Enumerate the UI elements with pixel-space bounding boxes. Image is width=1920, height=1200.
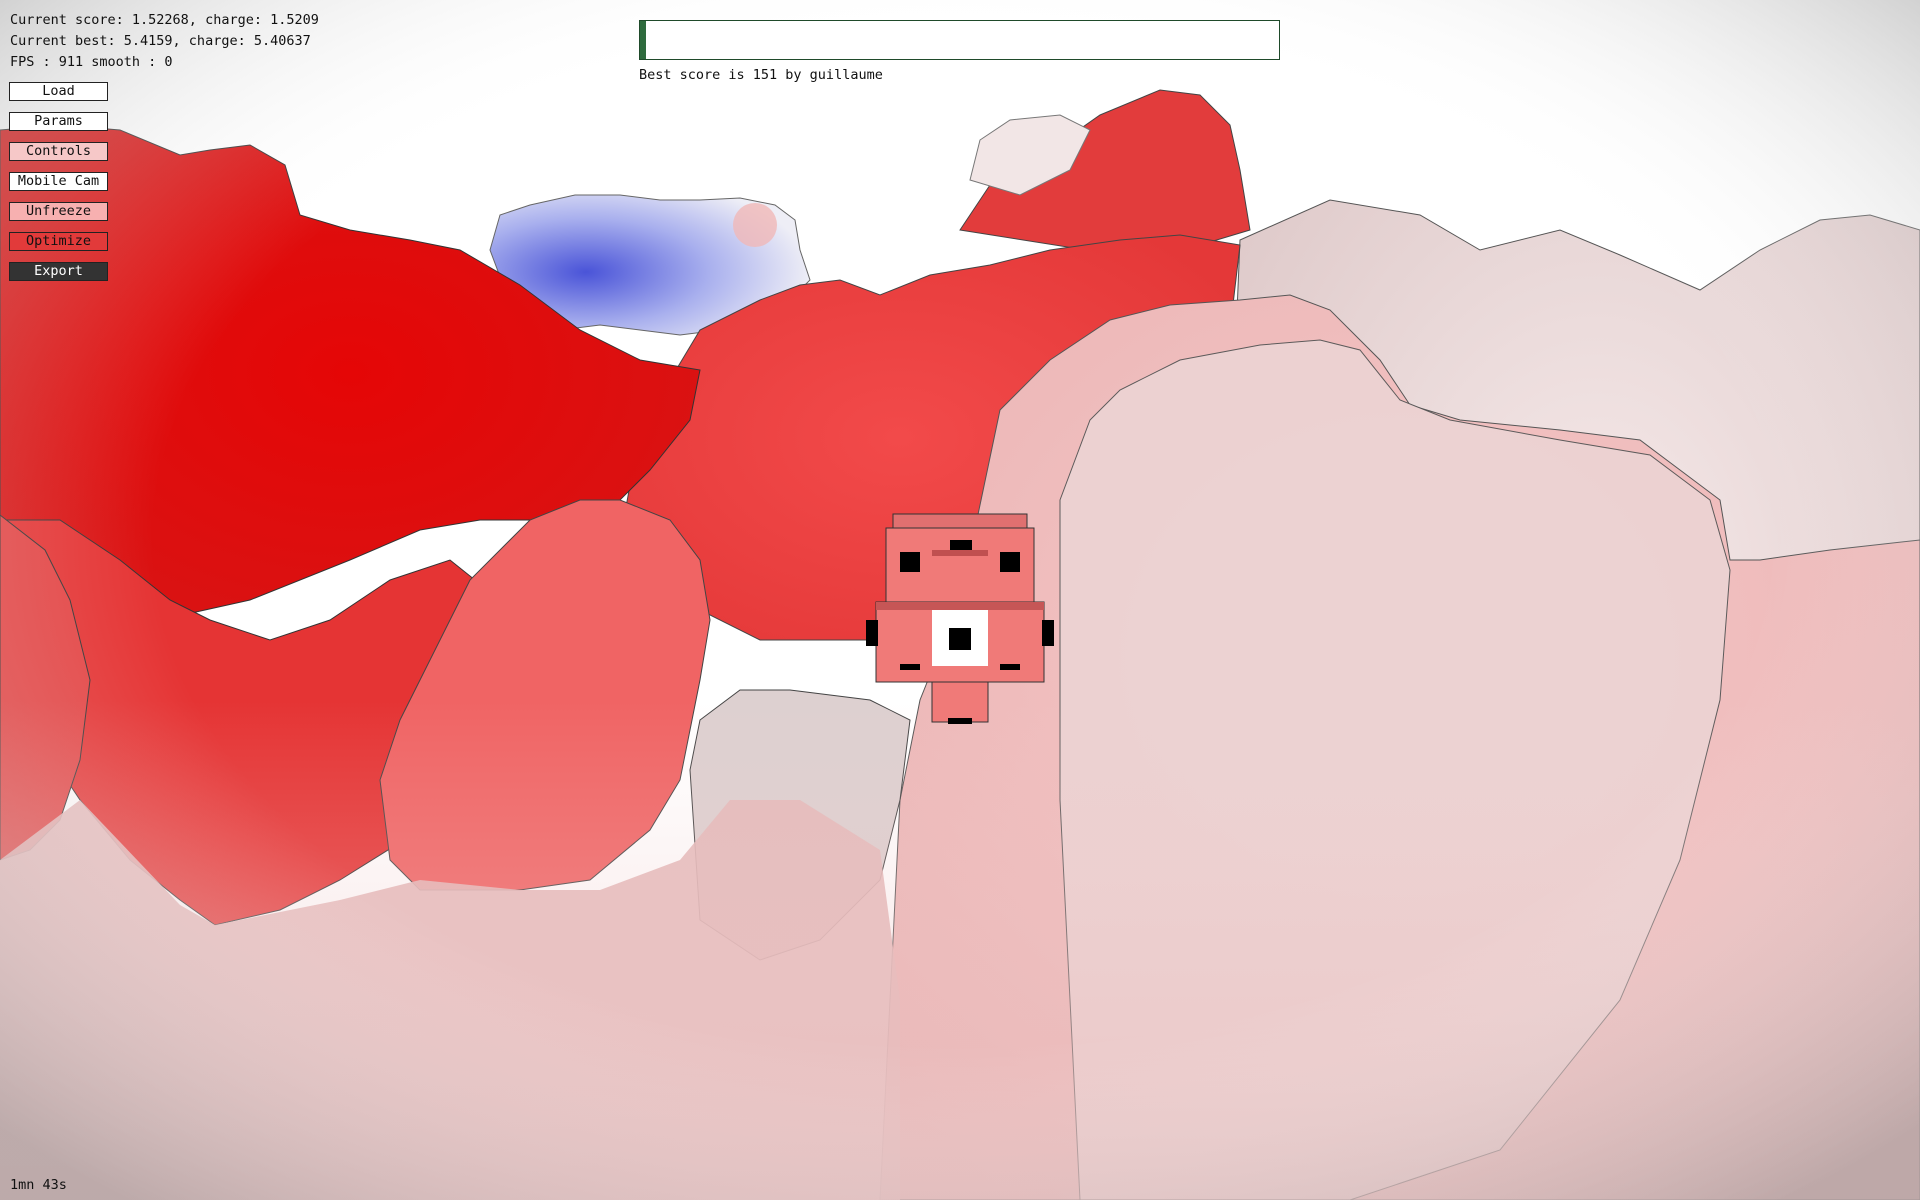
ligand-top-bar [892,513,1028,529]
surface-blue-spot [733,203,777,247]
mobile-cam-button[interactable]: Mobile Cam [9,172,108,191]
params-button[interactable]: Params [9,112,108,131]
score-progress-fill [640,21,647,59]
ligand-atom [1042,620,1054,646]
ligand-atom [900,552,920,572]
ligand-bond [932,550,988,556]
fps-readout: FPS : 911 smooth : 0 [10,54,173,70]
elapsed-timer: 1mn 43s [10,1177,67,1193]
score-progress-bar [639,20,1280,60]
ligand-atom [948,718,972,724]
unfreeze-button[interactable]: Unfreeze [9,202,108,221]
optimize-button[interactable]: Optimize [9,232,108,251]
protein-surface-scene[interactable] [0,0,1920,1200]
ligand-atom [900,664,920,670]
best-score-text: Best score is 151 by guillaume [639,67,883,83]
export-button[interactable]: Export [9,262,108,281]
ligand-bottom-block [931,681,989,723]
current-score-readout: Current score: 1.52268, charge: 1.5209 [10,12,319,28]
ligand-atom [866,620,878,646]
foreground-fog [0,700,1920,1200]
load-button[interactable]: Load [9,82,108,101]
ligand-atom [1000,664,1020,670]
current-best-readout: Current best: 5.4159, charge: 5.40637 [10,33,311,49]
controls-button[interactable]: Controls [9,142,108,161]
ligand-ledge [876,602,1044,610]
ligand-atom [1000,552,1020,572]
ligand-atom [949,628,971,650]
